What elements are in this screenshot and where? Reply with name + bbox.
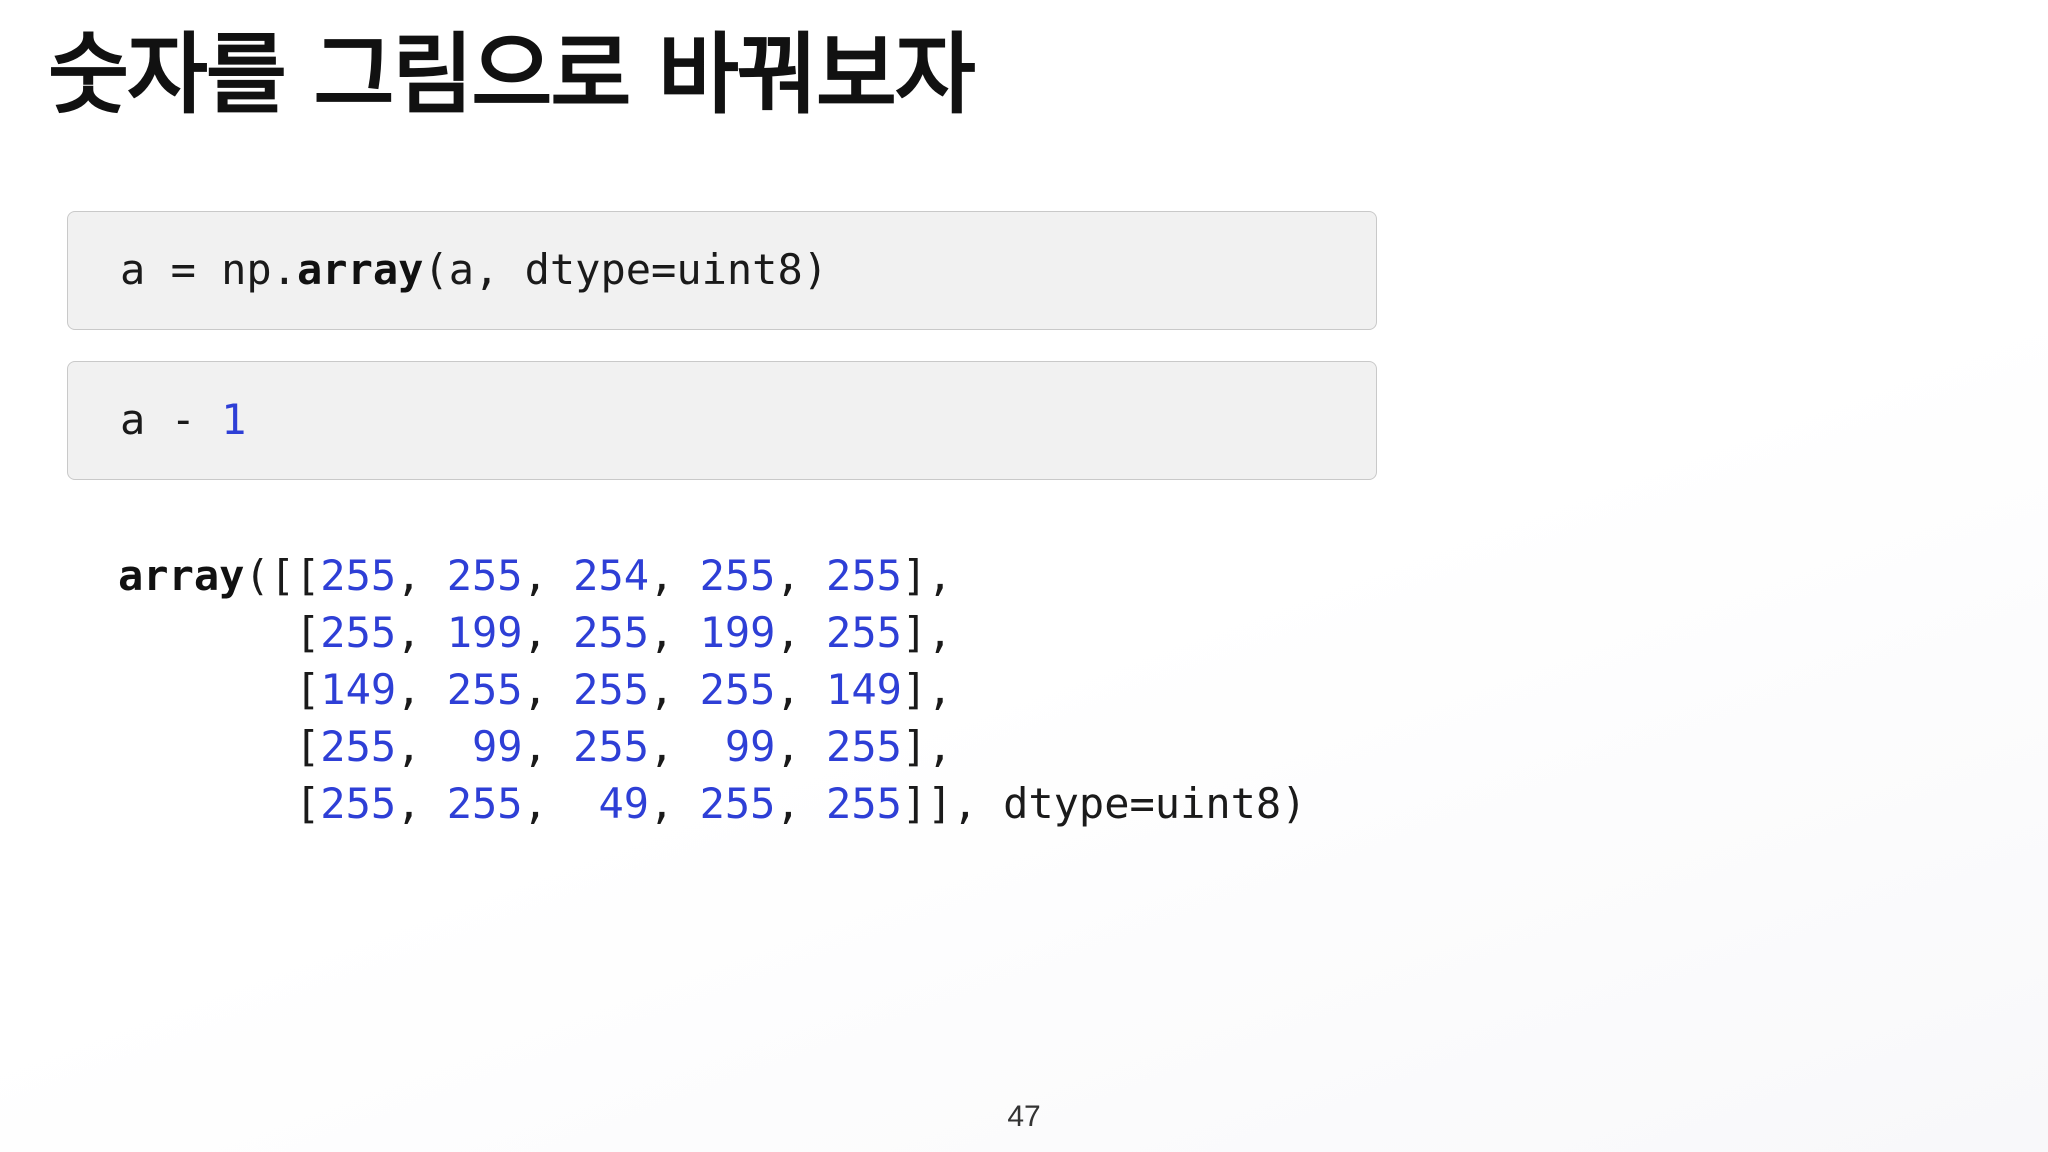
output-value: 255 — [573, 722, 650, 771]
output-value: 255 — [446, 665, 523, 714]
output-value: 255 — [826, 779, 902, 828]
output-bracket: ], — [901, 722, 953, 771]
output-value: 199 — [446, 608, 523, 657]
output-value: 254 — [573, 551, 650, 600]
output-value: 149 — [320, 665, 397, 714]
output-separator: , — [775, 779, 827, 828]
output-separator: , — [396, 779, 447, 828]
output-separator: , — [522, 608, 574, 657]
code-number: 1 — [221, 395, 247, 444]
output-separator: , — [649, 665, 700, 714]
output-value: 255 — [320, 608, 397, 657]
output-separator: , — [775, 665, 827, 714]
output-value: 99 — [699, 722, 776, 771]
output-value: 255 — [446, 551, 523, 600]
page-number: 47 — [1007, 1100, 1041, 1133]
slide: 숫자를 그림으로 바꿔보자 a = np.array(a, dtype=uint… — [0, 0, 2048, 1152]
output-value: 199 — [699, 608, 776, 657]
output-separator: , — [396, 722, 447, 771]
output-value: 149 — [826, 665, 902, 714]
output-separator: , — [775, 722, 827, 771]
output-bracket: [ — [118, 608, 321, 657]
output-bracket: ], — [901, 608, 953, 657]
output-value: 255 — [573, 665, 650, 714]
output-value: 255 — [573, 608, 650, 657]
output-separator: , — [396, 665, 447, 714]
output-row: [255, 199, 255, 199, 255], — [118, 604, 1307, 661]
output-separator: , — [775, 551, 827, 600]
output-separator: , — [649, 608, 700, 657]
output-keyword-array: array — [118, 551, 245, 600]
output-value: 49 — [573, 779, 650, 828]
code-cell-subtract[interactable]: a - 1 — [67, 361, 1377, 480]
output-value: 255 — [826, 551, 902, 600]
output-separator: , — [522, 722, 574, 771]
output-value: 99 — [446, 722, 523, 771]
output-separator: , — [396, 608, 447, 657]
output-bracket: ], — [901, 665, 953, 714]
output-row: [149, 255, 255, 255, 149], — [118, 661, 1307, 718]
output-separator: , — [775, 608, 827, 657]
output-separator: , — [649, 722, 700, 771]
output-row: [255, 99, 255, 99, 255], — [118, 718, 1307, 775]
output-value: 255 — [826, 608, 902, 657]
output-bracket: [ — [118, 722, 321, 771]
code-prefix: a = np. — [120, 245, 298, 294]
output-bracket: [ — [118, 665, 321, 714]
output-row: array([[255, 255, 254, 255, 255], — [118, 547, 1307, 604]
output-value: 255 — [699, 779, 776, 828]
output-separator: , — [522, 779, 574, 828]
output-value: 255 — [446, 779, 523, 828]
output-value: 255 — [699, 665, 776, 714]
output-separator: , — [649, 551, 700, 600]
code-keyword-array: array — [297, 245, 424, 294]
output-separator: , — [522, 551, 574, 600]
output-bracket: ([[ — [244, 551, 321, 600]
code-prefix: a - — [120, 395, 222, 444]
output-value: 255 — [320, 551, 397, 600]
slide-title: 숫자를 그림으로 바꿔보자 — [48, 23, 976, 126]
output-dtype: dtype=uint8) — [1003, 779, 1307, 828]
output-separator: , — [522, 665, 574, 714]
cell-output: array([[255, 255, 254, 255, 255], [255, … — [118, 547, 1307, 832]
output-value: 255 — [320, 779, 397, 828]
code-cell-array[interactable]: a = np.array(a, dtype=uint8) — [67, 211, 1377, 330]
code-line: a - 1 — [120, 392, 246, 448]
output-separator: , — [649, 779, 700, 828]
output-value: 255 — [699, 551, 776, 600]
code-line: a = np.array(a, dtype=uint8) — [120, 242, 828, 298]
output-value: 255 — [320, 722, 397, 771]
output-value: 255 — [826, 722, 902, 771]
code-suffix: (a, dtype=uint8) — [423, 245, 829, 294]
output-separator: , — [396, 551, 447, 600]
output-bracket: ]], — [901, 779, 1004, 828]
output-bracket: ], — [901, 551, 953, 600]
output-bracket: [ — [118, 779, 321, 828]
output-row: [255, 255, 49, 255, 255]], dtype=uint8) — [118, 775, 1307, 832]
